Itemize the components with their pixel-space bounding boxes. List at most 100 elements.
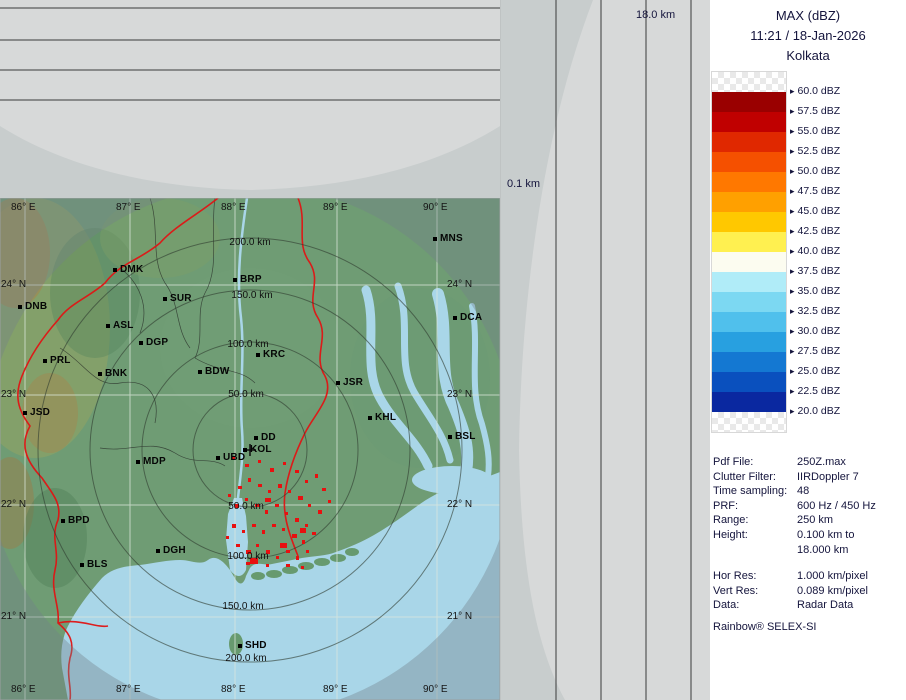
city-marker: BNK bbox=[98, 368, 127, 379]
side-panel-canvas bbox=[501, 0, 711, 700]
colorbar-band bbox=[712, 192, 786, 212]
latitude-label: 21° N bbox=[1, 611, 26, 622]
height-scale-max-label: 18.0 km bbox=[636, 9, 675, 21]
city-marker: BLS bbox=[80, 559, 108, 570]
longitude-label: 87° E bbox=[116, 202, 141, 213]
latitude-label: 22° N bbox=[447, 499, 472, 510]
latitude-label: 22° N bbox=[1, 499, 26, 510]
longitude-label: 88° E bbox=[221, 684, 246, 695]
colorbar-band bbox=[712, 92, 786, 112]
colorbar-band bbox=[712, 212, 786, 232]
city-marker: KHL bbox=[368, 412, 396, 423]
colorbar-band bbox=[712, 392, 786, 412]
city-marker: ASL bbox=[106, 320, 134, 331]
legend-tick-icon: ▸ bbox=[790, 226, 795, 236]
colorbar-label: ▸30.0 dBZ bbox=[790, 325, 840, 337]
legend-tick-icon: ▸ bbox=[790, 146, 795, 156]
legend-tick-icon: ▸ bbox=[790, 266, 795, 276]
metadata-value: 0.089 km/pixel bbox=[797, 584, 905, 599]
city-dot-icon bbox=[453, 316, 457, 320]
city-dot-icon bbox=[23, 411, 27, 415]
legend-tick-icon: ▸ bbox=[790, 406, 795, 416]
latitude-label: 23° N bbox=[1, 389, 26, 400]
city-dot-icon bbox=[106, 324, 110, 328]
longitude-label: 89° E bbox=[323, 684, 348, 695]
metadata-row: Range:250 km bbox=[713, 513, 905, 528]
colorbar-band bbox=[712, 332, 786, 352]
colorbar-band bbox=[712, 152, 786, 172]
legend-tick-icon: ▸ bbox=[790, 286, 795, 296]
metadata-label: Time sampling: bbox=[713, 484, 797, 499]
metadata-label: Hor Res: bbox=[713, 569, 797, 584]
city-dot-icon bbox=[256, 353, 260, 357]
city-label: DMK bbox=[120, 264, 143, 275]
latitude-label: 23° N bbox=[447, 389, 472, 400]
product-title: MAX (dBZ) bbox=[710, 6, 906, 26]
city-label: MNS bbox=[440, 233, 463, 244]
city-marker: MNS bbox=[433, 233, 463, 244]
city-dot-icon bbox=[113, 268, 117, 272]
metadata-value: 48 bbox=[797, 484, 905, 499]
city-dot-icon bbox=[216, 456, 220, 460]
range-ring-label: 200.0 km bbox=[225, 653, 266, 664]
metadata-row: 18.000 km bbox=[713, 543, 905, 558]
city-marker: DCA bbox=[453, 312, 482, 323]
city-marker: BSL bbox=[448, 431, 476, 442]
city-label: DGH bbox=[163, 545, 186, 556]
colorbar-label: ▸60.0 dBZ bbox=[790, 85, 840, 97]
city-dot-icon bbox=[243, 448, 247, 452]
city-dot-icon bbox=[336, 381, 340, 385]
colorbar-band bbox=[712, 112, 786, 132]
city-label: BRP bbox=[240, 274, 262, 285]
colorbar-band bbox=[712, 272, 786, 292]
latitude-label: 24° N bbox=[447, 279, 472, 290]
city-dot-icon bbox=[238, 644, 242, 648]
city-label: DGP bbox=[146, 337, 168, 348]
city-marker: DMK bbox=[113, 264, 143, 275]
city-label: DD bbox=[261, 432, 276, 443]
metadata-row: Pdf File:250Z.max bbox=[713, 455, 905, 470]
city-dot-icon bbox=[368, 416, 372, 420]
metadata-row: Vert Res:0.089 km/pixel bbox=[713, 584, 905, 599]
colorbar-band bbox=[712, 292, 786, 312]
city-marker: BDW bbox=[198, 366, 229, 377]
colorbar-label: ▸27.5 dBZ bbox=[790, 345, 840, 357]
city-marker: DNB bbox=[18, 301, 47, 312]
height-scale-min-label: 0.1 km bbox=[507, 178, 540, 190]
legend-tick-icon: ▸ bbox=[790, 126, 795, 136]
city-dot-icon bbox=[80, 563, 84, 567]
longitude-label: 86° E bbox=[11, 202, 36, 213]
city-marker: KRC bbox=[256, 349, 285, 360]
colorbar-label: ▸57.5 dBZ bbox=[790, 105, 840, 117]
colorbar-label: ▸35.0 dBZ bbox=[790, 285, 840, 297]
colorbar-label: ▸42.5 dBZ bbox=[790, 225, 840, 237]
city-label: BDW bbox=[205, 366, 229, 377]
range-ring-label: 150.0 km bbox=[231, 290, 272, 301]
metadata-label: Height: bbox=[713, 528, 797, 543]
radar-plan-view-map: 86° E86° E87° E87° E88° E88° E89° E89° E… bbox=[0, 198, 500, 700]
city-marker: MDP bbox=[136, 456, 166, 467]
metadata-label: Vert Res: bbox=[713, 584, 797, 599]
longitude-label: 87° E bbox=[116, 684, 141, 695]
metadata-value: 250 km bbox=[797, 513, 905, 528]
legend-header: MAX (dBZ) 11:21 / 18-Jan-2026 Kolkata bbox=[710, 6, 906, 66]
longitude-label: 88° E bbox=[221, 202, 246, 213]
city-label: SUR bbox=[170, 293, 192, 304]
legend-tick-icon: ▸ bbox=[790, 306, 795, 316]
city-dot-icon bbox=[163, 297, 167, 301]
colorbar-label: ▸37.5 dBZ bbox=[790, 265, 840, 277]
metadata-row: Data:Radar Data bbox=[713, 598, 905, 613]
city-marker: SHD bbox=[238, 640, 267, 651]
city-dot-icon bbox=[198, 370, 202, 374]
vertical-projection-panel-side bbox=[500, 0, 710, 700]
metadata-label: Data: bbox=[713, 598, 797, 613]
legend-tick-icon: ▸ bbox=[790, 106, 795, 116]
colorbar-band bbox=[712, 252, 786, 272]
legend-tick-icon: ▸ bbox=[790, 366, 795, 376]
colorbar-labels: ▸60.0 dBZ▸57.5 dBZ▸55.0 dBZ▸52.5 dBZ▸50.… bbox=[790, 72, 904, 444]
city-label: UBD bbox=[223, 452, 245, 463]
top-panel-canvas bbox=[0, 0, 500, 198]
metadata-value: 600 Hz / 450 Hz bbox=[797, 499, 905, 514]
colorbar-band bbox=[712, 232, 786, 252]
metadata-label: Clutter Filter: bbox=[713, 470, 797, 485]
